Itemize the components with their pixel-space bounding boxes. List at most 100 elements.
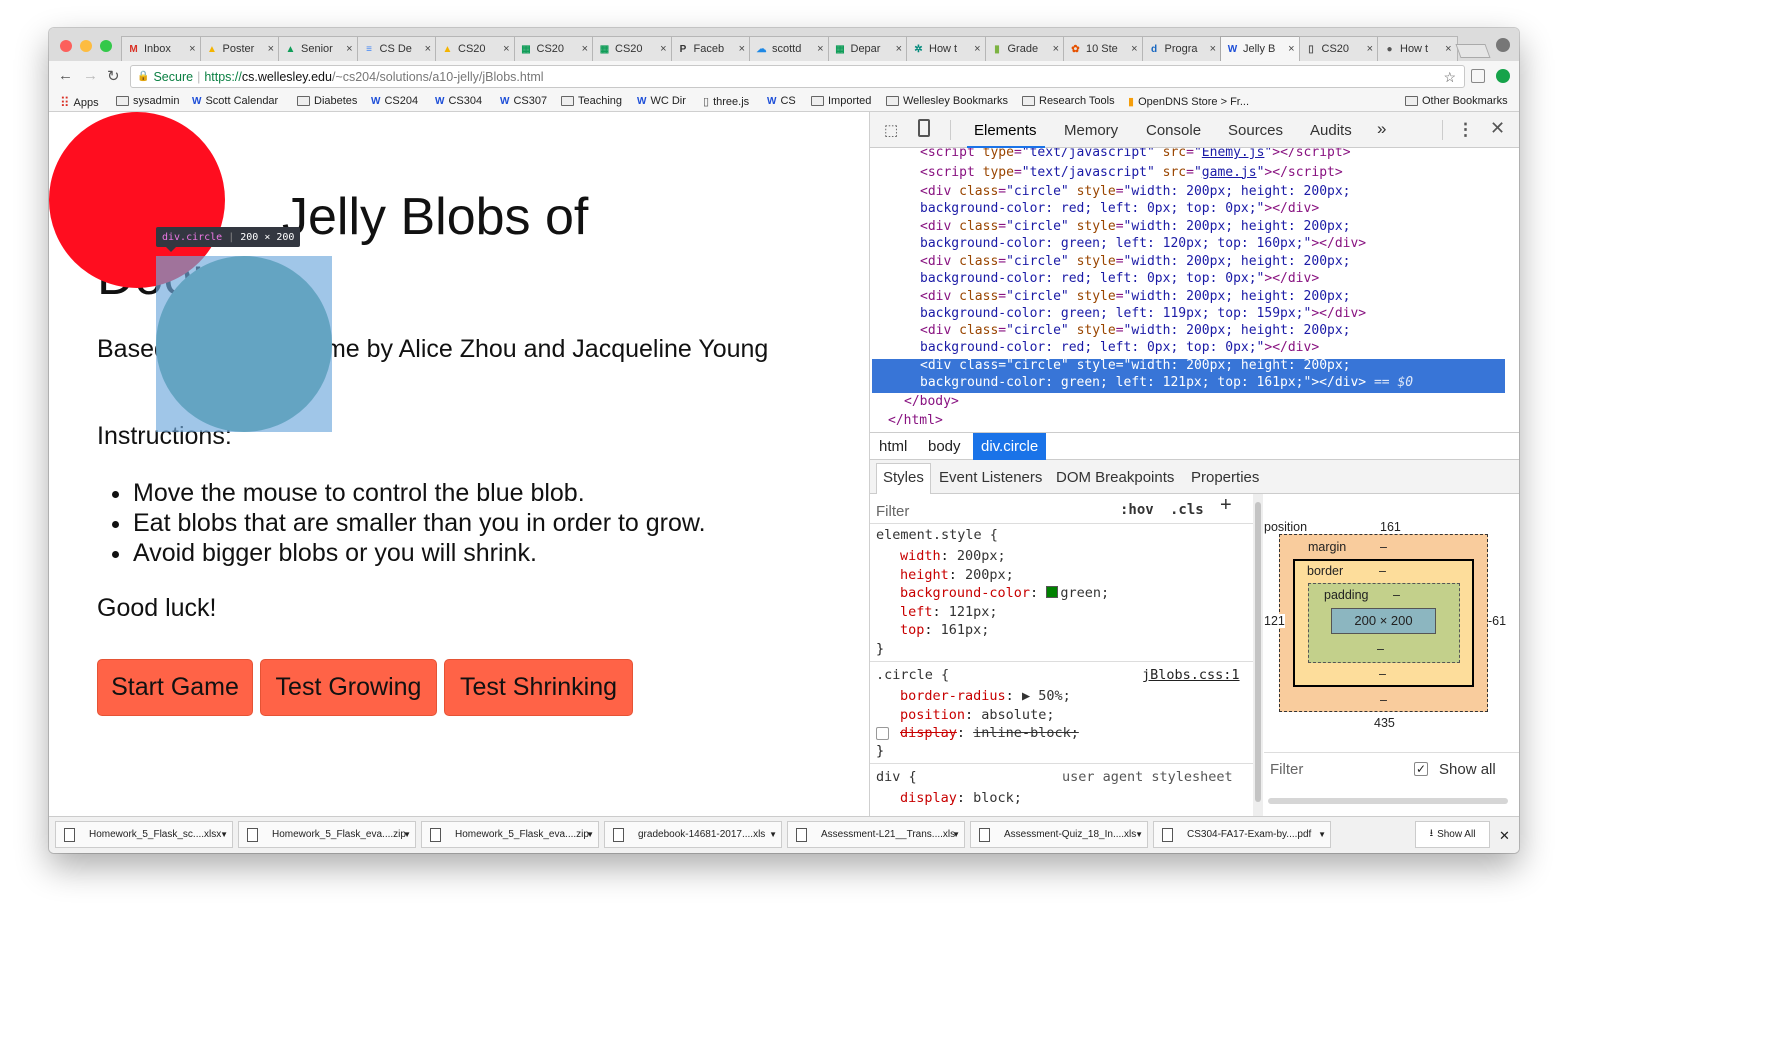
div-tag-line[interactable]: <div class="circle" style="width: 200px;… [920,253,1351,270]
close-tab-icon[interactable]: × [346,43,352,55]
hov-toggle[interactable]: :hov [1120,501,1154,520]
breadcrumb-div-circle[interactable]: div.circle [973,433,1047,460]
position-top-value[interactable]: 161 [1380,520,1401,534]
box-pane-scrollbar[interactable] [1268,798,1508,804]
close-tab-icon[interactable]: × [739,43,745,55]
border-bottom-value[interactable]: – [1379,667,1386,681]
test-growing-button[interactable]: Test Growing [260,659,437,716]
div-tag-line[interactable]: <div class="circle" style="width: 200px;… [920,288,1351,305]
new-style-rule-icon[interactable]: + [1220,495,1232,515]
position-left-value[interactable]: 121 [1264,614,1285,628]
bookmark-item[interactable]: ⠿ Apps [60,95,99,111]
padding-top-value[interactable]: – [1393,588,1400,602]
div-tag-line[interactable]: <div class="circle" style="width: 200px;… [920,322,1351,339]
script-src-link[interactable]: game.js [1202,165,1257,180]
download-item[interactable]: Assessment-L21__Trans....xls ▼ [787,821,965,848]
tab-2[interactable]: ▲ Senior × [278,36,359,61]
download-item[interactable]: Homework_5_Flask_sc....xlsx ▼ [55,821,233,848]
style-property[interactable]: width: 200px; [900,547,1006,566]
download-item[interactable]: gradebook-14681-2017....xls ▼ [604,821,782,848]
styles-filter-input[interactable]: Filter [876,502,909,521]
computed-filter-input[interactable]: Filter [1270,761,1303,778]
bookmark-item[interactable]: W CS304 [435,95,482,107]
close-tab-icon[interactable]: × [582,43,588,55]
color-swatch[interactable] [1046,586,1059,598]
inspect-element-icon[interactable]: ⬚ [884,121,898,139]
bookmark-item[interactable]: sysadmin [116,95,179,107]
tab-console[interactable]: Console [1146,122,1201,139]
bookmark-item[interactable]: ▮ OpenDNS Store > Fr... [1128,95,1249,109]
tab-16[interactable]: ● How t × [1377,36,1458,61]
download-menu-chevron-icon[interactable]: ▼ [1318,830,1326,839]
margin-bottom-value[interactable]: – [1380,693,1387,707]
bookmark-item[interactable]: Diabetes [297,95,357,107]
tab-sources[interactable]: Sources [1228,122,1283,139]
style-property[interactable]: position: absolute; [900,706,1054,725]
download-menu-chevron-icon[interactable]: ▼ [952,830,960,839]
script-src-link[interactable]: Enemy.js [1202,148,1265,160]
profile-icon[interactable] [1496,38,1510,52]
close-tab-icon[interactable]: × [425,43,431,55]
download-menu-chevron-icon[interactable]: ▼ [403,830,411,839]
subtab-properties[interactable]: Properties [1191,469,1259,486]
tab-9[interactable]: ▦ Depar × [827,36,908,61]
close-downloads-icon[interactable]: ✕ [1499,828,1510,844]
breadcrumb-html[interactable]: html [879,438,907,455]
zoom-window-button[interactable] [100,40,112,52]
close-tab-icon[interactable]: × [1053,43,1059,55]
bookmark-item[interactable]: W Scott Calendar [192,95,278,107]
close-tab-icon[interactable]: × [189,43,195,55]
style-property[interactable]: display: inline-block; [900,724,1079,743]
style-property[interactable]: background-color: green; [900,584,1109,603]
tab-8[interactable]: ☁ scottd × [749,36,830,61]
styles-scrollbar[interactable] [1253,494,1263,816]
bookmark-item[interactable]: Teaching [561,95,622,107]
content-box[interactable]: 200 × 200 [1331,608,1436,634]
style-property[interactable]: border-radius: ▶ 50%; [900,687,1071,706]
breadcrumb-body[interactable]: body [928,438,961,455]
script-tag-line[interactable]: <script type="text/javascript" src="Enem… [920,148,1351,161]
close-tab-icon[interactable]: × [503,43,509,55]
download-item[interactable]: Homework_5_Flask_eva....zip ▼ [421,821,599,848]
bookmark-item[interactable]: W CS [767,95,796,107]
style-property[interactable]: display: block; [900,789,1022,808]
tab-14[interactable]: W Jelly B × [1220,36,1301,61]
tab-11[interactable]: ▮ Grade × [984,36,1065,61]
close-tab-icon[interactable]: × [1445,43,1451,55]
bookmark-item[interactable]: ▯ three.js [703,95,749,109]
tab-5[interactable]: ▦ CS20 × [513,36,594,61]
download-menu-chevron-icon[interactable]: ▼ [769,830,777,839]
tab-0[interactable]: M Inbox × [121,36,202,61]
download-item[interactable]: Homework_5_Flask_eva....zip ▼ [238,821,416,848]
download-menu-chevron-icon[interactable]: ▼ [586,830,594,839]
bookmark-star-icon[interactable]: ☆ [1443,69,1456,86]
close-tab-icon[interactable]: × [896,43,902,55]
tab-audits[interactable]: Audits [1310,122,1352,139]
tab-15[interactable]: ▯ CS20 × [1298,36,1379,61]
new-tab-button[interactable] [1455,44,1491,58]
reload-icon[interactable]: ↻ [107,67,120,85]
position-right-value[interactable]: -61 [1488,614,1507,628]
close-tab-icon[interactable]: × [1210,43,1216,55]
style-property[interactable]: top: 161px; [900,621,989,640]
bookmark-item[interactable]: W CS307 [500,95,547,107]
bookmark-item[interactable]: Wellesley Bookmarks [886,95,1008,107]
dom-tree[interactable]: … <script type="text/javascript" src="En… [870,148,1510,431]
kebab-menu-icon[interactable]: ⋮ [1457,120,1474,140]
minimize-window-button[interactable] [80,40,92,52]
extension-green-icon[interactable] [1496,69,1510,83]
address-bar[interactable]: 🔒 Secure | https://cs.wellesley.edu/~cs2… [130,65,1465,88]
subtab-styles[interactable]: Styles [883,469,924,486]
bookmark-item[interactable]: W CS204 [371,95,418,107]
tab-memory[interactable]: Memory [1064,122,1118,139]
script-tag-line[interactable]: <script type="text/javascript" src="game… [920,164,1343,181]
selected-div-line[interactable]: <div class="circle" style="width: 200px;… [920,357,1351,374]
start-game-button[interactable]: Start Game [97,659,253,716]
device-toolbar-icon[interactable] [918,119,930,137]
cls-toggle[interactable]: .cls [1170,501,1204,520]
subtab-event-listeners[interactable]: Event Listeners [939,469,1042,486]
bookmark-item[interactable]: Imported [811,95,871,107]
tab-4[interactable]: ▲ CS20 × [435,36,516,61]
other-bookmarks[interactable]: Other Bookmarks [1405,95,1508,107]
download-menu-chevron-icon[interactable]: ▼ [220,830,228,839]
